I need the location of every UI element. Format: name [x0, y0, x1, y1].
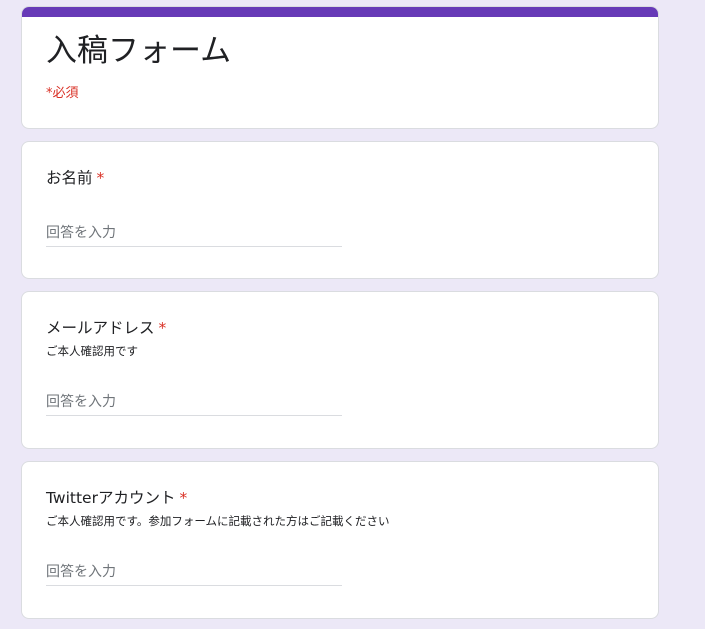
required-asterisk: * — [96, 169, 105, 187]
required-asterisk: * — [179, 489, 188, 507]
twitter-answer-input[interactable] — [46, 559, 342, 586]
question-card-email: メールアドレス * ご本人確認用です — [21, 291, 659, 449]
email-answer-input[interactable] — [46, 389, 342, 416]
required-note: *必須 — [46, 86, 79, 101]
question-title-text: メールアドレス — [46, 319, 155, 337]
form-header-card: 入稿フォーム *必須 — [21, 6, 659, 129]
question-title: お名前 * — [46, 167, 104, 189]
required-asterisk: * — [158, 319, 167, 337]
question-title-text: Twitterアカウント — [46, 489, 176, 507]
question-description: ご本人確認用です — [46, 344, 138, 358]
question-title: メールアドレス * — [46, 317, 166, 339]
question-description: ご本人確認用です。参加フォームに記載された方はご記載ください — [46, 514, 390, 528]
header-accent-bar — [22, 7, 658, 17]
question-title-text: お名前 — [46, 169, 93, 187]
question-card-name: お名前 * — [21, 141, 659, 279]
form-title: 入稿フォーム — [46, 33, 232, 69]
question-card-twitter: Twitterアカウント * ご本人確認用です。参加フォームに記載された方はご記載… — [21, 461, 659, 619]
name-answer-input[interactable] — [46, 220, 342, 247]
question-title: Twitterアカウント * — [46, 487, 187, 509]
